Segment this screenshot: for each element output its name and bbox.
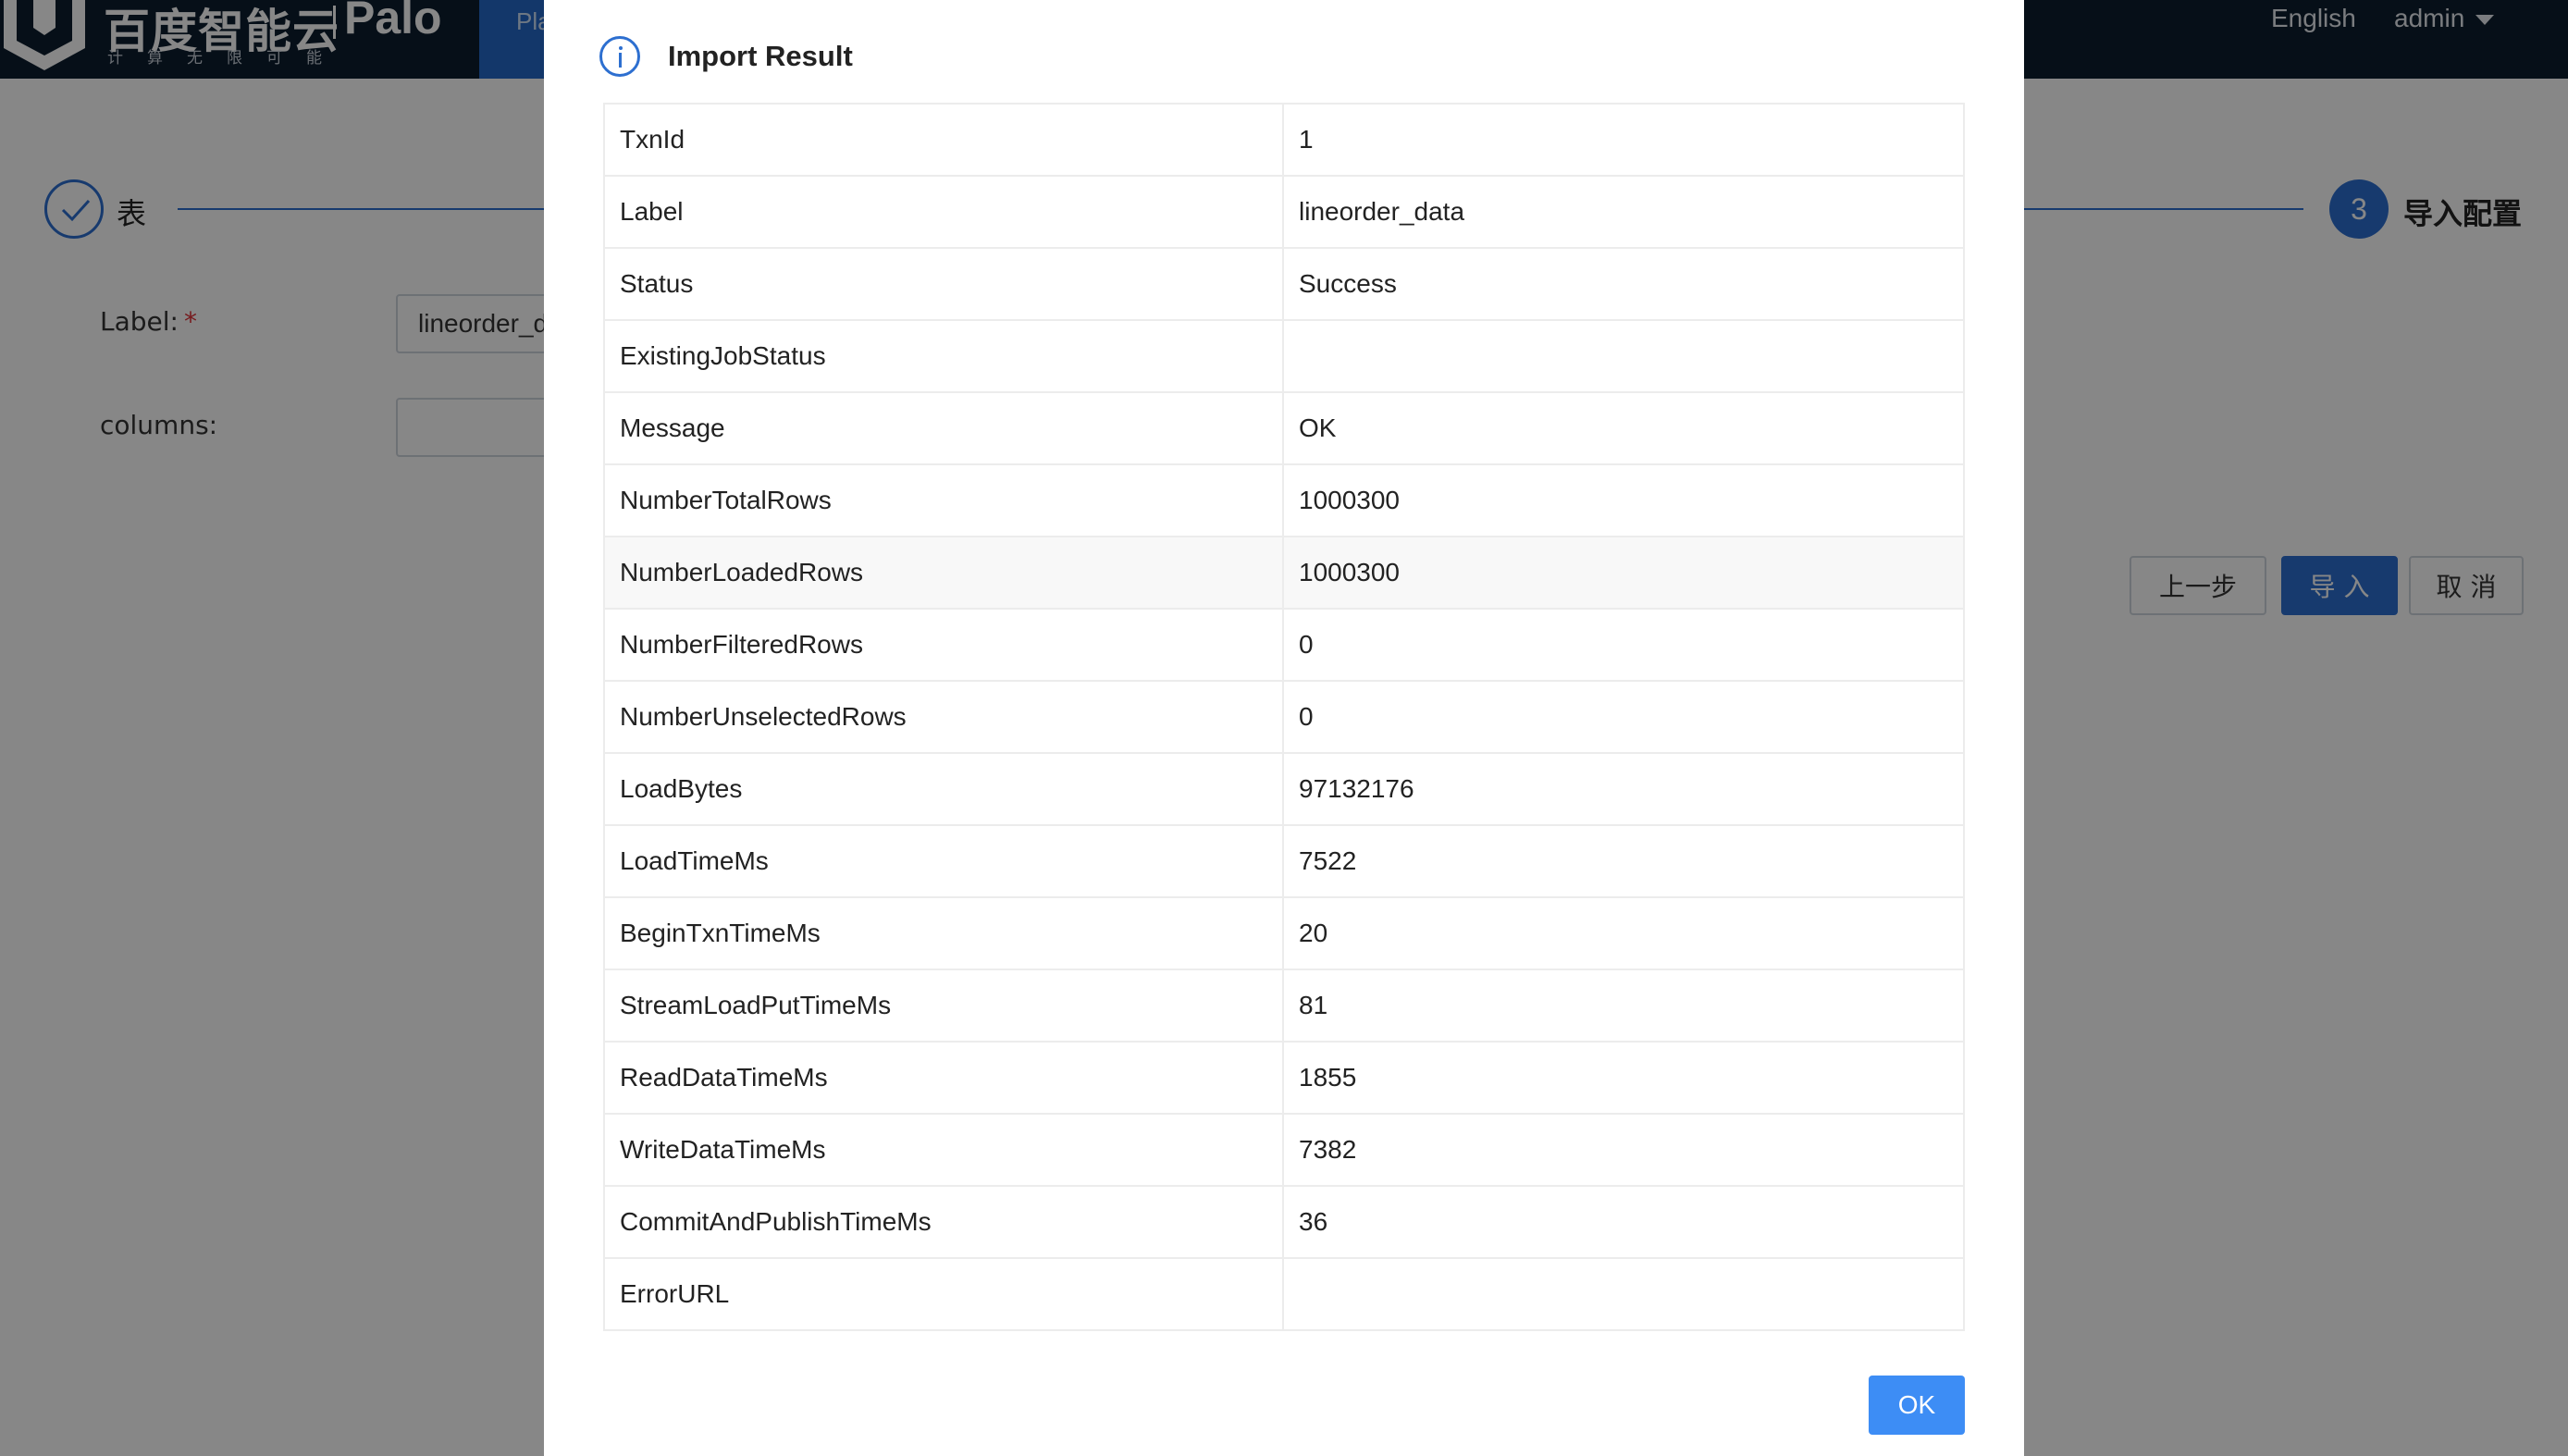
row-value: 7382 <box>1282 1113 1965 1187</box>
row-value: 20 <box>1282 896 1965 970</box>
table-row: TxnId 1 <box>603 103 1965 177</box>
ok-button[interactable]: OK <box>1869 1376 1965 1435</box>
row-key: BeginTxnTimeMs <box>603 896 1284 970</box>
table-row: WriteDataTimeMs 7382 <box>603 1113 1965 1187</box>
row-key: NumberTotalRows <box>603 463 1284 537</box>
row-key: WriteDataTimeMs <box>603 1113 1284 1187</box>
app-root: 百度智能云 Palo 计算无限可能 Playground English adm… <box>0 0 2568 1456</box>
row-key: LoadBytes <box>603 752 1284 826</box>
row-value: 36 <box>1282 1185 1965 1259</box>
table-row: NumberUnselectedRows 0 <box>603 680 1965 754</box>
row-key: ReadDataTimeMs <box>603 1041 1284 1115</box>
table-row: LoadBytes 97132176 <box>603 752 1965 826</box>
result-table: TxnId 1 Label lineorder_data Status Success… <box>603 103 1965 1331</box>
row-key: ExistingJobStatus <box>603 319 1284 393</box>
modal-header: Import Result <box>599 33 853 80</box>
row-key: NumberUnselectedRows <box>603 680 1284 754</box>
row-key: ErrorURL <box>603 1257 1284 1331</box>
row-key: LoadTimeMs <box>603 824 1284 898</box>
row-value: lineorder_data <box>1282 175 1965 249</box>
row-value <box>1282 319 1965 393</box>
row-key: Label <box>603 175 1284 249</box>
table-row: LoadTimeMs 7522 <box>603 824 1965 898</box>
row-value: 0 <box>1282 680 1965 754</box>
table-row: NumberFilteredRows 0 <box>603 608 1965 682</box>
row-value: Success <box>1282 247 1965 321</box>
table-row: StreamLoadPutTimeMs 81 <box>603 969 1965 1043</box>
row-value: 0 <box>1282 608 1965 682</box>
row-key: CommitAndPublishTimeMs <box>603 1185 1284 1259</box>
row-value: 81 <box>1282 969 1965 1043</box>
table-row: ReadDataTimeMs 1855 <box>603 1041 1965 1115</box>
info-icon <box>599 36 640 77</box>
row-value: 1 <box>1282 103 1965 177</box>
row-value: 1000300 <box>1282 536 1965 610</box>
table-row: Label lineorder_data <box>603 175 1965 249</box>
table-row: Message OK <box>603 391 1965 465</box>
row-key: NumberLoadedRows <box>603 536 1284 610</box>
table-row: Status Success <box>603 247 1965 321</box>
table-row: CommitAndPublishTimeMs 36 <box>603 1185 1965 1259</box>
row-value: OK <box>1282 391 1965 465</box>
row-key: NumberFilteredRows <box>603 608 1284 682</box>
row-value: 1855 <box>1282 1041 1965 1115</box>
row-value <box>1282 1257 1965 1331</box>
import-result-modal: Import Result TxnId 1 Label lineorder_data… <box>544 0 2024 1456</box>
row-key: TxnId <box>603 103 1284 177</box>
table-row: NumberTotalRows 1000300 <box>603 463 1965 537</box>
table-row: ExistingJobStatus <box>603 319 1965 393</box>
row-key: Message <box>603 391 1284 465</box>
table-row: ErrorURL <box>603 1257 1965 1331</box>
table-row-hovered: NumberLoadedRows 1000300 <box>603 536 1965 610</box>
row-value: 1000300 <box>1282 463 1965 537</box>
row-key: StreamLoadPutTimeMs <box>603 969 1284 1043</box>
table-row: BeginTxnTimeMs 20 <box>603 896 1965 970</box>
row-value: 7522 <box>1282 824 1965 898</box>
row-key: Status <box>603 247 1284 321</box>
row-value: 97132176 <box>1282 752 1965 826</box>
modal-title: Import Result <box>668 40 853 72</box>
